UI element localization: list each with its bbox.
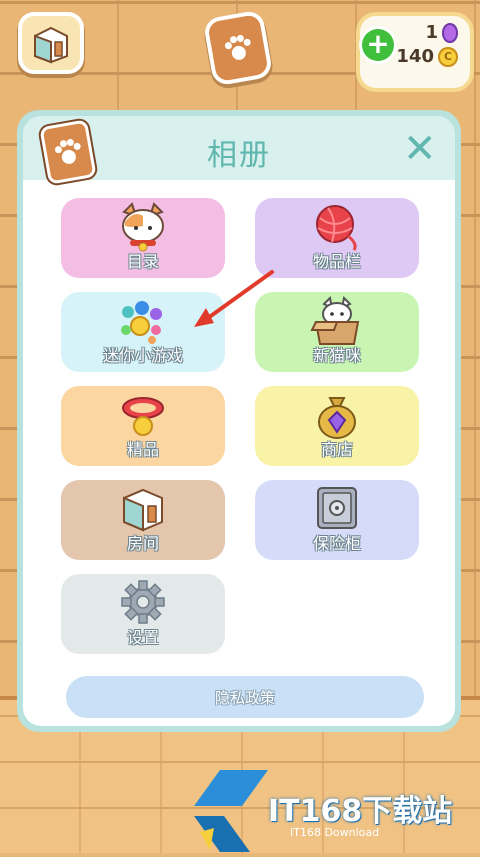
watermark: IT168下载站 IT168 Download [190, 766, 480, 853]
annotation-arrow [194, 270, 274, 327]
watermark-subtitle: IT168 Download [290, 826, 380, 839]
watermark-title: IT168下载站 [268, 794, 453, 829]
watermark-logo-icon [194, 770, 268, 852]
